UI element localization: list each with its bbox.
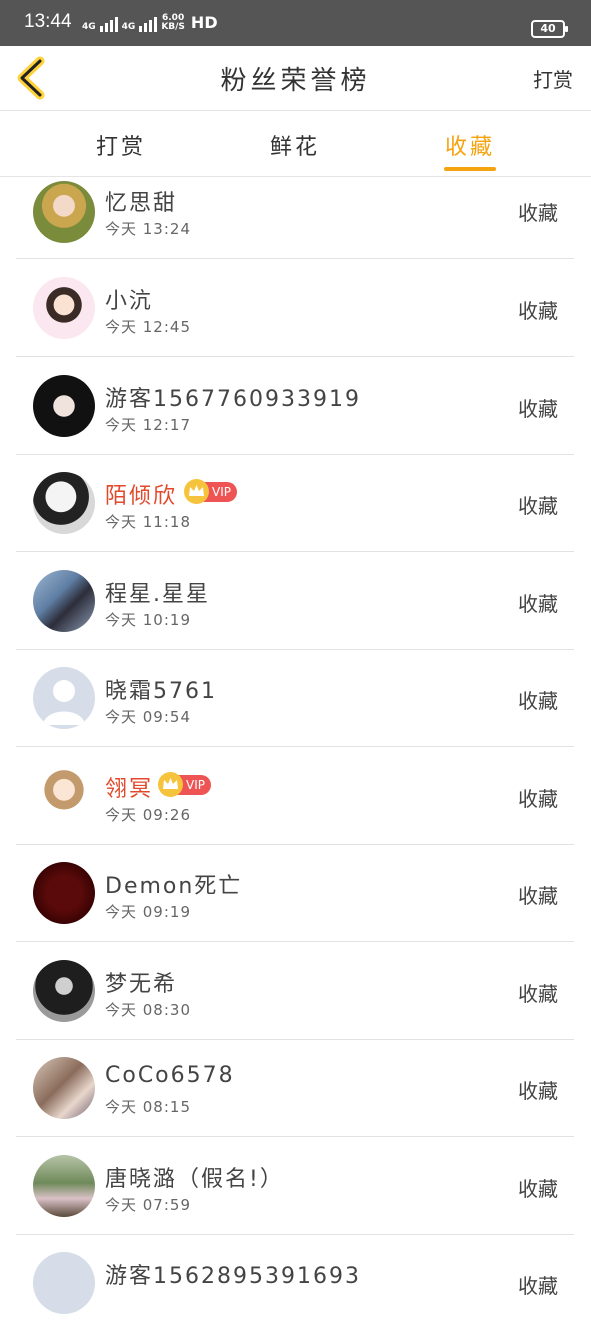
network-type-1: 4G <box>82 22 96 32</box>
favorite-label: 收藏 <box>518 1079 558 1103</box>
avatar <box>33 570 95 632</box>
list-item[interactable]: 程星.星星 今天 10:19 收藏 <box>16 552 574 650</box>
avatar <box>33 862 95 924</box>
favorite-label: 收藏 <box>518 299 558 323</box>
item-time: 今天 10:19 <box>105 611 191 629</box>
favorite-label: 收藏 <box>518 1274 558 1298</box>
item-time: 今天 11:18 <box>105 513 191 531</box>
favorite-label: 收藏 <box>518 201 558 225</box>
favorite-label: 收藏 <box>518 787 558 811</box>
vip-badge: VIP <box>158 772 211 797</box>
item-time: 今天 12:17 <box>105 416 191 434</box>
list-item[interactable]: 小沆 今天 12:45 收藏 <box>16 259 574 357</box>
user-name: 晓霜5761 <box>105 679 217 704</box>
network-type-2: 4G <box>121 22 136 32</box>
user-name: 游客1567760933919 <box>105 387 361 412</box>
battery-icon: 40 <box>531 20 568 38</box>
user-name: 陌倾欣 <box>105 484 178 509</box>
item-time: 今天 13:24 <box>105 220 191 238</box>
user-name: CoCo6578 <box>105 1063 235 1088</box>
user-name: 唐晓潞（假名!） <box>105 1167 284 1192</box>
favorite-label: 收藏 <box>518 494 558 518</box>
user-name: 程星.星星 <box>105 582 210 607</box>
favorite-label: 收藏 <box>518 397 558 421</box>
nav-bar: 粉丝荣誉榜 打赏 <box>0 46 591 111</box>
avatar <box>33 765 95 827</box>
net-speed: 6.00 KB/S <box>161 13 185 32</box>
user-name: 忆思甜 <box>105 191 178 216</box>
item-time: 今天 07:59 <box>105 1196 191 1214</box>
favorite-label: 收藏 <box>518 982 558 1006</box>
page-title: 粉丝荣誉榜 <box>220 66 371 96</box>
avatar <box>33 1057 95 1119</box>
user-name: 小沆 <box>105 289 154 314</box>
hd-indicator: HD <box>190 13 218 32</box>
item-time: 今天 12:45 <box>105 318 191 336</box>
favorite-label: 收藏 <box>518 689 558 713</box>
list-item[interactable]: 游客1567760933919 今天 12:17 收藏 <box>16 357 574 455</box>
avatar <box>33 472 95 534</box>
avatar <box>33 960 95 1022</box>
vip-badge: VIP <box>184 479 237 504</box>
user-name: 游客1562895391693 <box>105 1264 361 1289</box>
reward-button[interactable]: 打赏 <box>533 64 573 93</box>
list-item[interactable]: 唐晓潞（假名!） 今天 07:59 收藏 <box>16 1137 574 1235</box>
network-indicators: 4G 4G 6.00 KB/S HD <box>82 13 218 32</box>
default-avatar <box>33 1252 95 1314</box>
avatar <box>33 1155 95 1217</box>
crown-icon <box>158 772 183 797</box>
favorite-label: 收藏 <box>518 1177 558 1201</box>
tab-favorites[interactable]: 收藏 <box>445 129 495 161</box>
user-name: 翎冥 <box>105 777 154 802</box>
list-item[interactable]: 忆思甜 今天 13:24 收藏 <box>16 161 574 259</box>
signal-icon <box>139 14 158 32</box>
avatar <box>33 181 95 243</box>
favorite-label: 收藏 <box>518 884 558 908</box>
list-item[interactable]: 陌倾欣 VIP 今天 11:18 收藏 <box>16 454 574 552</box>
user-icon <box>43 680 85 725</box>
list-item[interactable]: 游客1562895391693 收藏 <box>16 1234 574 1331</box>
list-item[interactable]: 梦无希 今天 08:30 收藏 <box>16 942 574 1040</box>
list-item[interactable]: 晓霜5761 今天 09:54 收藏 <box>16 649 574 747</box>
signal-icon <box>99 14 118 32</box>
item-time: 今天 09:26 <box>105 806 191 824</box>
item-time: 今天 08:15 <box>105 1098 191 1116</box>
favorite-label: 收藏 <box>518 592 558 616</box>
user-name: 梦无希 <box>105 972 178 997</box>
avatar <box>33 375 95 437</box>
item-time: 今天 09:19 <box>105 903 191 921</box>
default-avatar <box>33 667 95 729</box>
crown-icon <box>184 479 209 504</box>
user-name: Demon死亡 <box>105 874 243 899</box>
status-bar: 13:44 4G 4G 6.00 KB/S HD 40 <box>0 0 591 46</box>
item-time: 今天 08:30 <box>105 1001 191 1019</box>
avatar <box>33 277 95 339</box>
list-item[interactable]: Demon死亡 今天 09:19 收藏 <box>16 844 574 942</box>
tab-reward[interactable]: 打赏 <box>96 129 146 161</box>
list-item[interactable]: CoCo6578 今天 08:15 收藏 <box>16 1039 574 1137</box>
list-item[interactable]: 翎冥 VIP 今天 09:26 收藏 <box>16 747 574 845</box>
item-time: 今天 09:54 <box>105 708 191 726</box>
status-time: 13:44 <box>24 11 72 32</box>
tab-flowers[interactable]: 鲜花 <box>270 129 320 161</box>
